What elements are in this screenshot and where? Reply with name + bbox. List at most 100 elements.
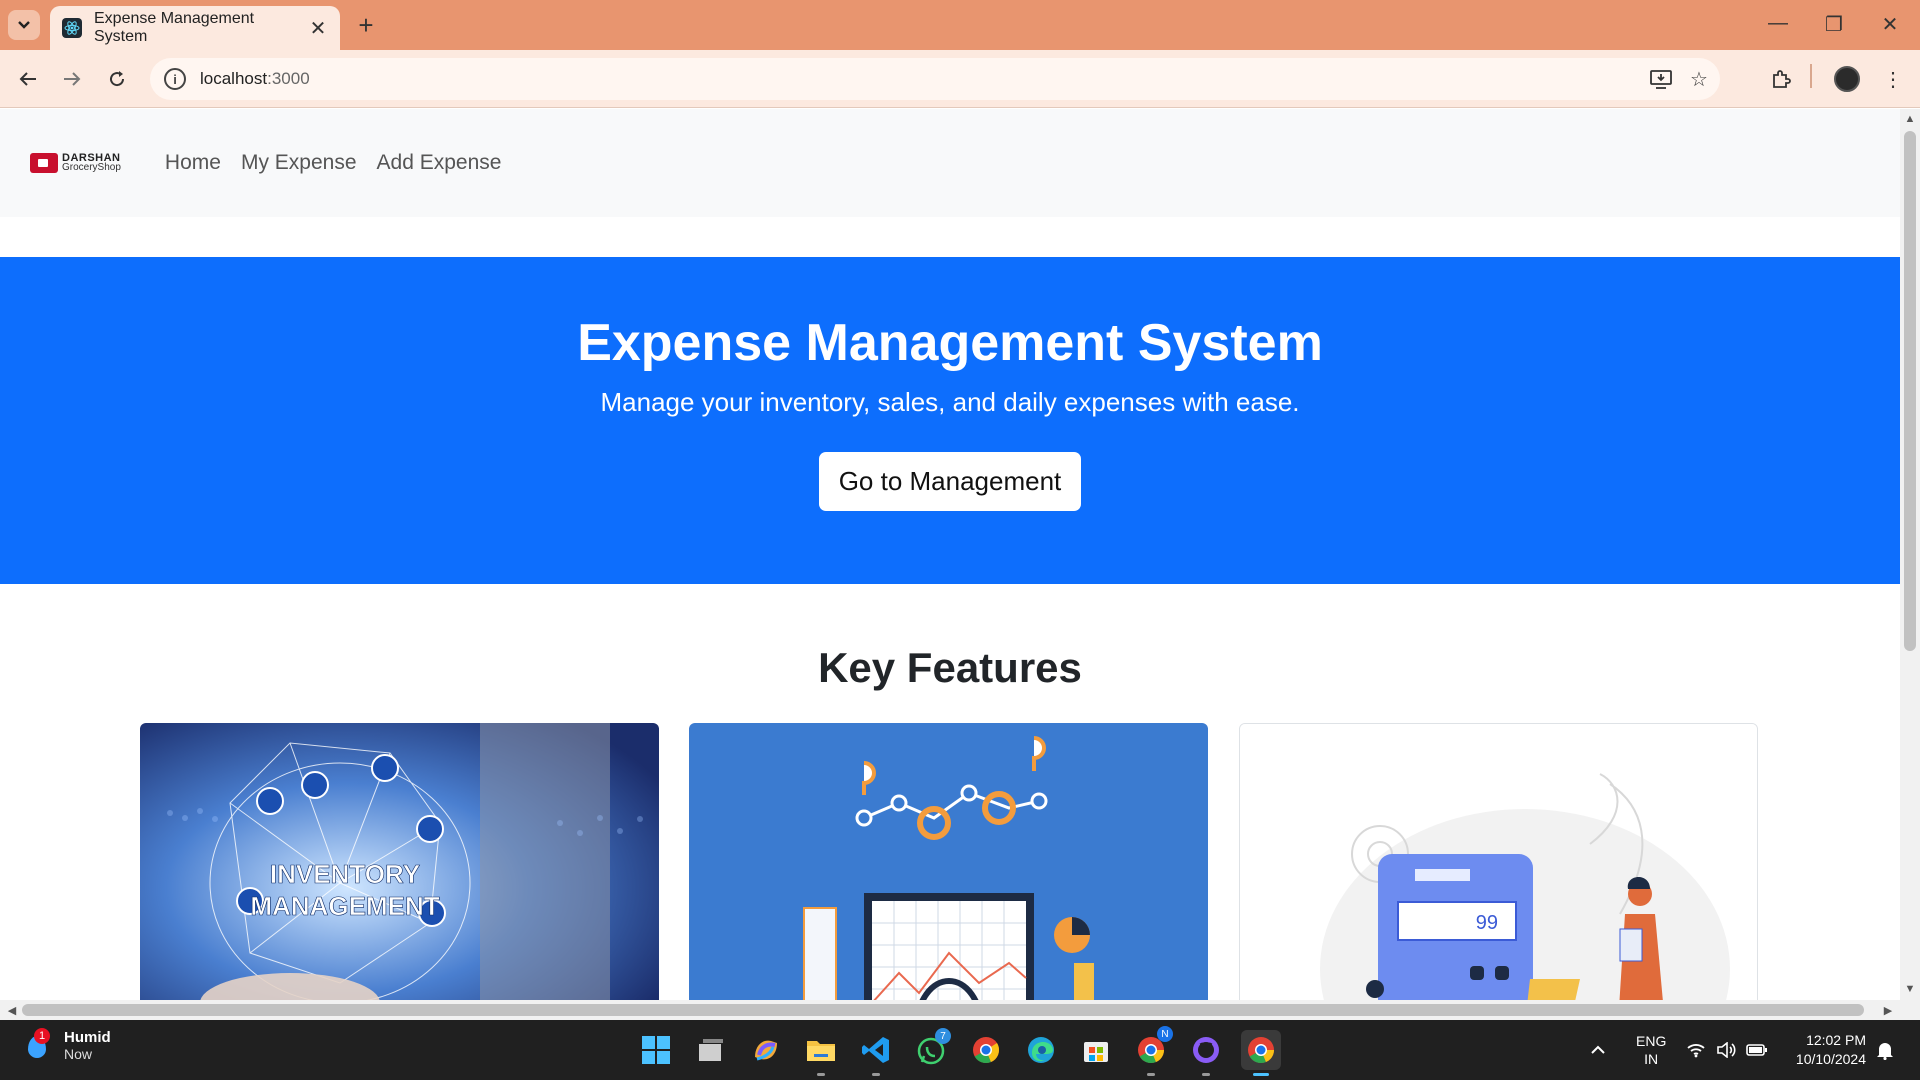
site-logo[interactable]: DARSHAN GroceryShop [30,153,121,173]
nav-home[interactable]: Home [165,151,221,175]
forward-button[interactable] [57,64,87,94]
nav-add-expense[interactable]: Add Expense [377,151,502,175]
chrome-profile-button[interactable]: N [1131,1026,1173,1076]
address-bar[interactable]: i localhost:3000 ☆ [150,58,1720,100]
features-title: Key Features [818,644,1082,691]
edge-icon [1028,1037,1054,1063]
horizontal-scrollbar[interactable]: ◀ ▶ [0,1000,1920,1020]
restore-button[interactable]: ❐ [1820,12,1848,37]
chrome-icon [973,1037,1000,1064]
windows-taskbar: 1 Humid Now 7 N ENG IN 12:02 PM 10/10/20… [0,1020,1920,1080]
analytics-illustration-image [689,723,1208,1000]
task-view-icon [699,1039,723,1061]
nav-my-expense[interactable]: My Expense [241,151,357,175]
copilot-button[interactable] [746,1030,786,1070]
copilot-icon [755,1040,777,1061]
chrome-profile-badge: N [1157,1026,1173,1042]
inventory-management-image: INVENTORY MANAGEMENT [140,723,659,1000]
toolbar-divider [1810,64,1812,88]
scroll-right-arrow-icon[interactable]: ▶ [1878,1004,1898,1017]
language-code: ENG [1636,1033,1667,1049]
tab-close-icon[interactable]: ✕ [308,16,328,41]
task-view-button[interactable] [691,1030,731,1070]
file-explorer-button[interactable] [801,1030,841,1076]
scroll-up-arrow-icon[interactable]: ▲ [1900,113,1920,125]
browser-menu-icon[interactable]: ⋮ [1878,64,1908,94]
browser-tab-active[interactable]: Expense Management System ✕ [50,6,340,50]
start-button[interactable] [636,1030,676,1070]
react-favicon-icon [62,18,82,38]
scroll-left-arrow-icon[interactable]: ◀ [2,1004,22,1017]
url-text: localhost:3000 [200,69,310,88]
go-to-management-button[interactable]: Go to Management [818,452,1082,511]
chrome-active-button[interactable] [1241,1030,1281,1076]
feature-card-analytics[interactable] [689,723,1208,1000]
chrome-active-icon [1248,1037,1274,1064]
clock-time: 12:02 PM [1806,1032,1866,1048]
vscode-icon [862,1037,889,1063]
scroll-down-arrow-icon[interactable]: ▼ [1900,983,1920,995]
notifications-bell-icon[interactable] [1876,1020,1894,1080]
battery-icon[interactable] [1746,1020,1768,1080]
folder-icon [807,1041,835,1061]
extensions-icon[interactable] [1766,64,1796,94]
vertical-scroll-thumb[interactable] [1904,131,1916,651]
logo-line2: GroceryShop [62,162,121,173]
minimize-button[interactable]: — [1764,12,1792,35]
back-button[interactable] [13,64,43,94]
bookmark-star-icon[interactable]: ☆ [1690,58,1708,100]
clock[interactable]: 12:02 PM 10/10/2024 [1786,1020,1866,1080]
tab-search-button[interactable] [8,10,40,40]
horizontal-scroll-thumb[interactable] [22,1004,1864,1016]
edge-button[interactable] [1021,1030,1061,1070]
feature-card-inventory[interactable]: INVENTORY MANAGEMENT [140,723,659,1000]
site-info-icon[interactable]: i [164,68,186,90]
show-hidden-icons-button[interactable] [1590,1020,1606,1080]
hero-title: Expense Management System [577,314,1323,372]
install-app-icon[interactable] [1650,58,1672,100]
calculator-illustration-image: 99 [1240,724,1757,1000]
volume-icon[interactable] [1716,1020,1736,1080]
github-icon [1193,1037,1219,1063]
tab-title: Expense Management System [94,10,255,45]
reload-icon [110,71,125,87]
whatsapp-badge: 7 [935,1028,951,1044]
svg-text:99: 99 [1476,912,1498,934]
site-navbar: DARSHAN GroceryShop Home My Expense Add … [0,109,1900,217]
weather-subtitle: Now [64,1045,93,1062]
chevron-down-icon [18,21,30,29]
github-desktop-button[interactable] [1186,1030,1226,1076]
chrome-button[interactable] [966,1030,1006,1070]
new-tab-button[interactable]: + [352,10,380,40]
wifi-icon[interactable] [1686,1020,1706,1080]
language-indicator[interactable]: ENG IN [1636,1020,1666,1080]
weather-title: Humid [64,1028,111,1046]
store-icon [1084,1042,1108,1062]
hero-subtitle: Manage your inventory, sales, and daily … [600,387,1300,417]
windows-logo-icon [642,1036,670,1064]
browser-toolbar: i localhost:3000 ☆ ⋮ [0,50,1920,108]
cart-logo-icon [30,153,58,173]
taskbar-apps: 7 N [636,1026,1296,1076]
page-viewport: DARSHAN GroceryShop Home My Expense Add … [0,109,1900,1000]
ms-store-button[interactable] [1076,1030,1116,1070]
chevron-up-icon [1591,1045,1605,1054]
arrow-left-icon [19,72,36,86]
vscode-button[interactable] [856,1030,896,1076]
weather-widget[interactable]: 1 Humid Now [20,1028,111,1062]
hero-banner: Expense Management System Manage your in… [0,257,1900,584]
arrow-right-icon [64,72,81,86]
svg-text:INVENTORY: INVENTORY [270,859,420,889]
feature-card-budget[interactable]: 99 [1239,723,1758,1000]
svg-text:MANAGEMENT: MANAGEMENT [250,891,439,921]
close-window-button[interactable]: ✕ [1876,12,1904,37]
vertical-scrollbar[interactable]: ▲ ▼ [1900,109,1920,1000]
weather-badge: 1 [34,1028,50,1044]
reload-button[interactable] [102,64,132,94]
language-region: IN [1644,1051,1659,1067]
profile-avatar[interactable] [1832,64,1862,94]
weather-drop-icon: 1 [20,1028,54,1062]
browser-tabstrip: Expense Management System ✕ + — ❐ ✕ [0,0,1920,50]
whatsapp-button[interactable]: 7 [911,1028,951,1070]
clock-date: 10/10/2024 [1795,1051,1866,1067]
